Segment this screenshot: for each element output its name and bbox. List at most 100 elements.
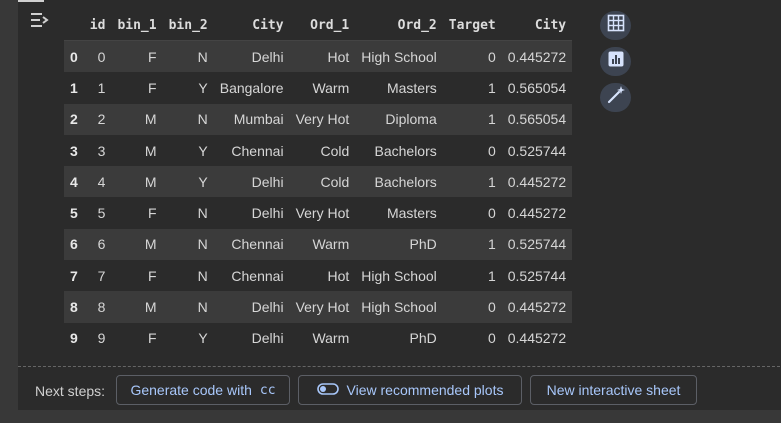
table-cell: 0 bbox=[97, 48, 106, 65]
table-cell: Delhi bbox=[251, 205, 284, 222]
table-cell: 4 bbox=[97, 173, 106, 190]
table-cell: Delhi bbox=[251, 48, 284, 65]
table-cell: 9 bbox=[97, 330, 106, 347]
magic-edit-button[interactable] bbox=[600, 83, 631, 112]
table-cell: 0 bbox=[487, 299, 496, 316]
table-cell: Hot bbox=[327, 48, 350, 65]
table-cell: 2 bbox=[97, 111, 106, 128]
table-row: 8 8 M N Delhi Very Hot High School 0 0.445272 bbox=[64, 291, 573, 323]
table-cell: M bbox=[144, 299, 157, 316]
bar-chart-icon bbox=[607, 50, 625, 73]
magic-wand-icon bbox=[606, 85, 626, 110]
table-cell: Warm bbox=[312, 79, 350, 96]
table-cell: Y bbox=[198, 330, 208, 347]
row-index: 4 bbox=[70, 173, 78, 190]
table-cell: High School bbox=[361, 267, 437, 284]
view-recommended-plots-button[interactable]: View recommended plots bbox=[298, 375, 522, 405]
table-cell: 3 bbox=[97, 142, 106, 159]
table-cell: Bangalore bbox=[219, 79, 284, 96]
table-row: 6 6 M N Chennai Warm PhD 1 0.525744 bbox=[64, 228, 573, 261]
table-cell: F bbox=[148, 330, 157, 347]
convert-to-table-button[interactable] bbox=[600, 11, 631, 40]
table-cell: 0.445272 bbox=[507, 205, 567, 222]
table-cell: Chennai bbox=[231, 236, 284, 253]
dataframe-table: id bin_1 bin_2 City Ord_1 Ord_2 Target City 00F… bbox=[64, 10, 573, 354]
table-cell: 1 bbox=[487, 236, 496, 253]
index-header bbox=[64, 10, 84, 41]
row-index: 3 bbox=[70, 142, 78, 159]
table-cell: N bbox=[197, 111, 208, 128]
table-cell: M bbox=[144, 236, 157, 253]
table-cell: Bachelors bbox=[374, 142, 437, 159]
table-cell: N bbox=[197, 267, 208, 284]
table-row: 3 3 M Y Chennai Cold Bachelors 0 0.525744 bbox=[64, 134, 573, 167]
table-cell: Chennai bbox=[231, 267, 284, 284]
table-cell: F bbox=[148, 267, 157, 284]
table-cell: 0.445272 bbox=[507, 173, 567, 190]
table-cell: 0.565054 bbox=[507, 111, 567, 128]
table-cell: 1 bbox=[487, 79, 496, 96]
table-cell: Cold bbox=[320, 173, 350, 190]
table-cell: N bbox=[197, 48, 208, 65]
table-cell: 8 bbox=[97, 299, 106, 316]
table-cell: Cold bbox=[320, 142, 350, 159]
table-cell: N bbox=[197, 299, 208, 316]
table-cell: Very Hot bbox=[295, 111, 350, 128]
table-cell: 0.525744 bbox=[507, 267, 567, 284]
table-cell: 0 bbox=[487, 142, 496, 159]
row-index: 7 bbox=[70, 267, 78, 284]
table-cell: Delhi bbox=[251, 299, 284, 316]
table-cell: Delhi bbox=[251, 173, 284, 190]
table-cell: Chennai bbox=[231, 142, 284, 159]
generate-code-label: Generate code with bbox=[130, 382, 252, 398]
column-header: Target bbox=[442, 10, 502, 41]
table-row: 7 7 F N Chennai Hot High School 1 0.525744 bbox=[64, 260, 573, 292]
view-recommended-plots-label: View recommended plots bbox=[346, 382, 504, 398]
table-row: 2 2 M N Mumbai Very Hot Diploma 1 0.565054 bbox=[64, 103, 573, 135]
table-cell: Y bbox=[198, 173, 208, 190]
table-cell: 7 bbox=[97, 267, 106, 284]
table-cell: 1 bbox=[97, 79, 106, 96]
table-cell: 1 bbox=[487, 173, 496, 190]
table-cell: N bbox=[197, 205, 208, 222]
row-index: 6 bbox=[70, 236, 78, 253]
table-cell: 0 bbox=[487, 205, 496, 222]
table-cell: Y bbox=[198, 142, 208, 159]
column-header: Ord_1 bbox=[289, 10, 356, 41]
table-cell: 5 bbox=[97, 205, 106, 222]
table-cell: 1 bbox=[487, 111, 496, 128]
row-index: 9 bbox=[70, 330, 78, 347]
table-cell: High School bbox=[361, 48, 437, 65]
table-cell: High School bbox=[361, 299, 437, 316]
suggest-charts-button[interactable] bbox=[600, 47, 631, 76]
table-cell: Very Hot bbox=[295, 299, 350, 316]
row-index: 1 bbox=[70, 79, 78, 96]
table-cell: N bbox=[197, 236, 208, 253]
table-cell: Diploma bbox=[385, 111, 437, 128]
table-row: 9 9 F Y Delhi Warm PhD 0 0.445272 bbox=[64, 322, 573, 354]
column-header: bin_1 bbox=[111, 10, 163, 41]
output-actions-icon[interactable] bbox=[26, 8, 52, 32]
table-cell: Warm bbox=[312, 330, 350, 347]
table-cell: 0.565054 bbox=[507, 79, 567, 96]
table-cell: M bbox=[144, 173, 157, 190]
new-interactive-sheet-button[interactable]: New interactive sheet bbox=[530, 375, 697, 405]
table-cell: 0.445272 bbox=[507, 330, 567, 347]
table-row: 4 4 M Y Delhi Cold Bachelors 1 0.445272 bbox=[64, 166, 573, 198]
table-cell: Bachelors bbox=[374, 173, 437, 190]
generate-code-button[interactable]: Generate code with cc bbox=[116, 375, 290, 405]
generate-code-variable: cc bbox=[259, 382, 276, 398]
table-cell: 0.525744 bbox=[507, 142, 567, 159]
table-cell: Masters bbox=[386, 79, 437, 96]
table-cell: PhD bbox=[409, 236, 437, 253]
table-cell: 0.445272 bbox=[507, 299, 567, 316]
table-cell: 1 bbox=[487, 267, 496, 284]
table-cell: Mumbai bbox=[233, 111, 284, 128]
row-index: 0 bbox=[70, 48, 78, 65]
output-divider bbox=[18, 366, 780, 367]
table-cell: 0 bbox=[487, 48, 496, 65]
table-cell: 0.525744 bbox=[507, 236, 567, 253]
table-cell: Delhi bbox=[251, 330, 284, 347]
column-header: City bbox=[501, 10, 573, 41]
table-row: 5 5 F N Delhi Very Hot Masters 0 0.445272 bbox=[64, 197, 573, 229]
